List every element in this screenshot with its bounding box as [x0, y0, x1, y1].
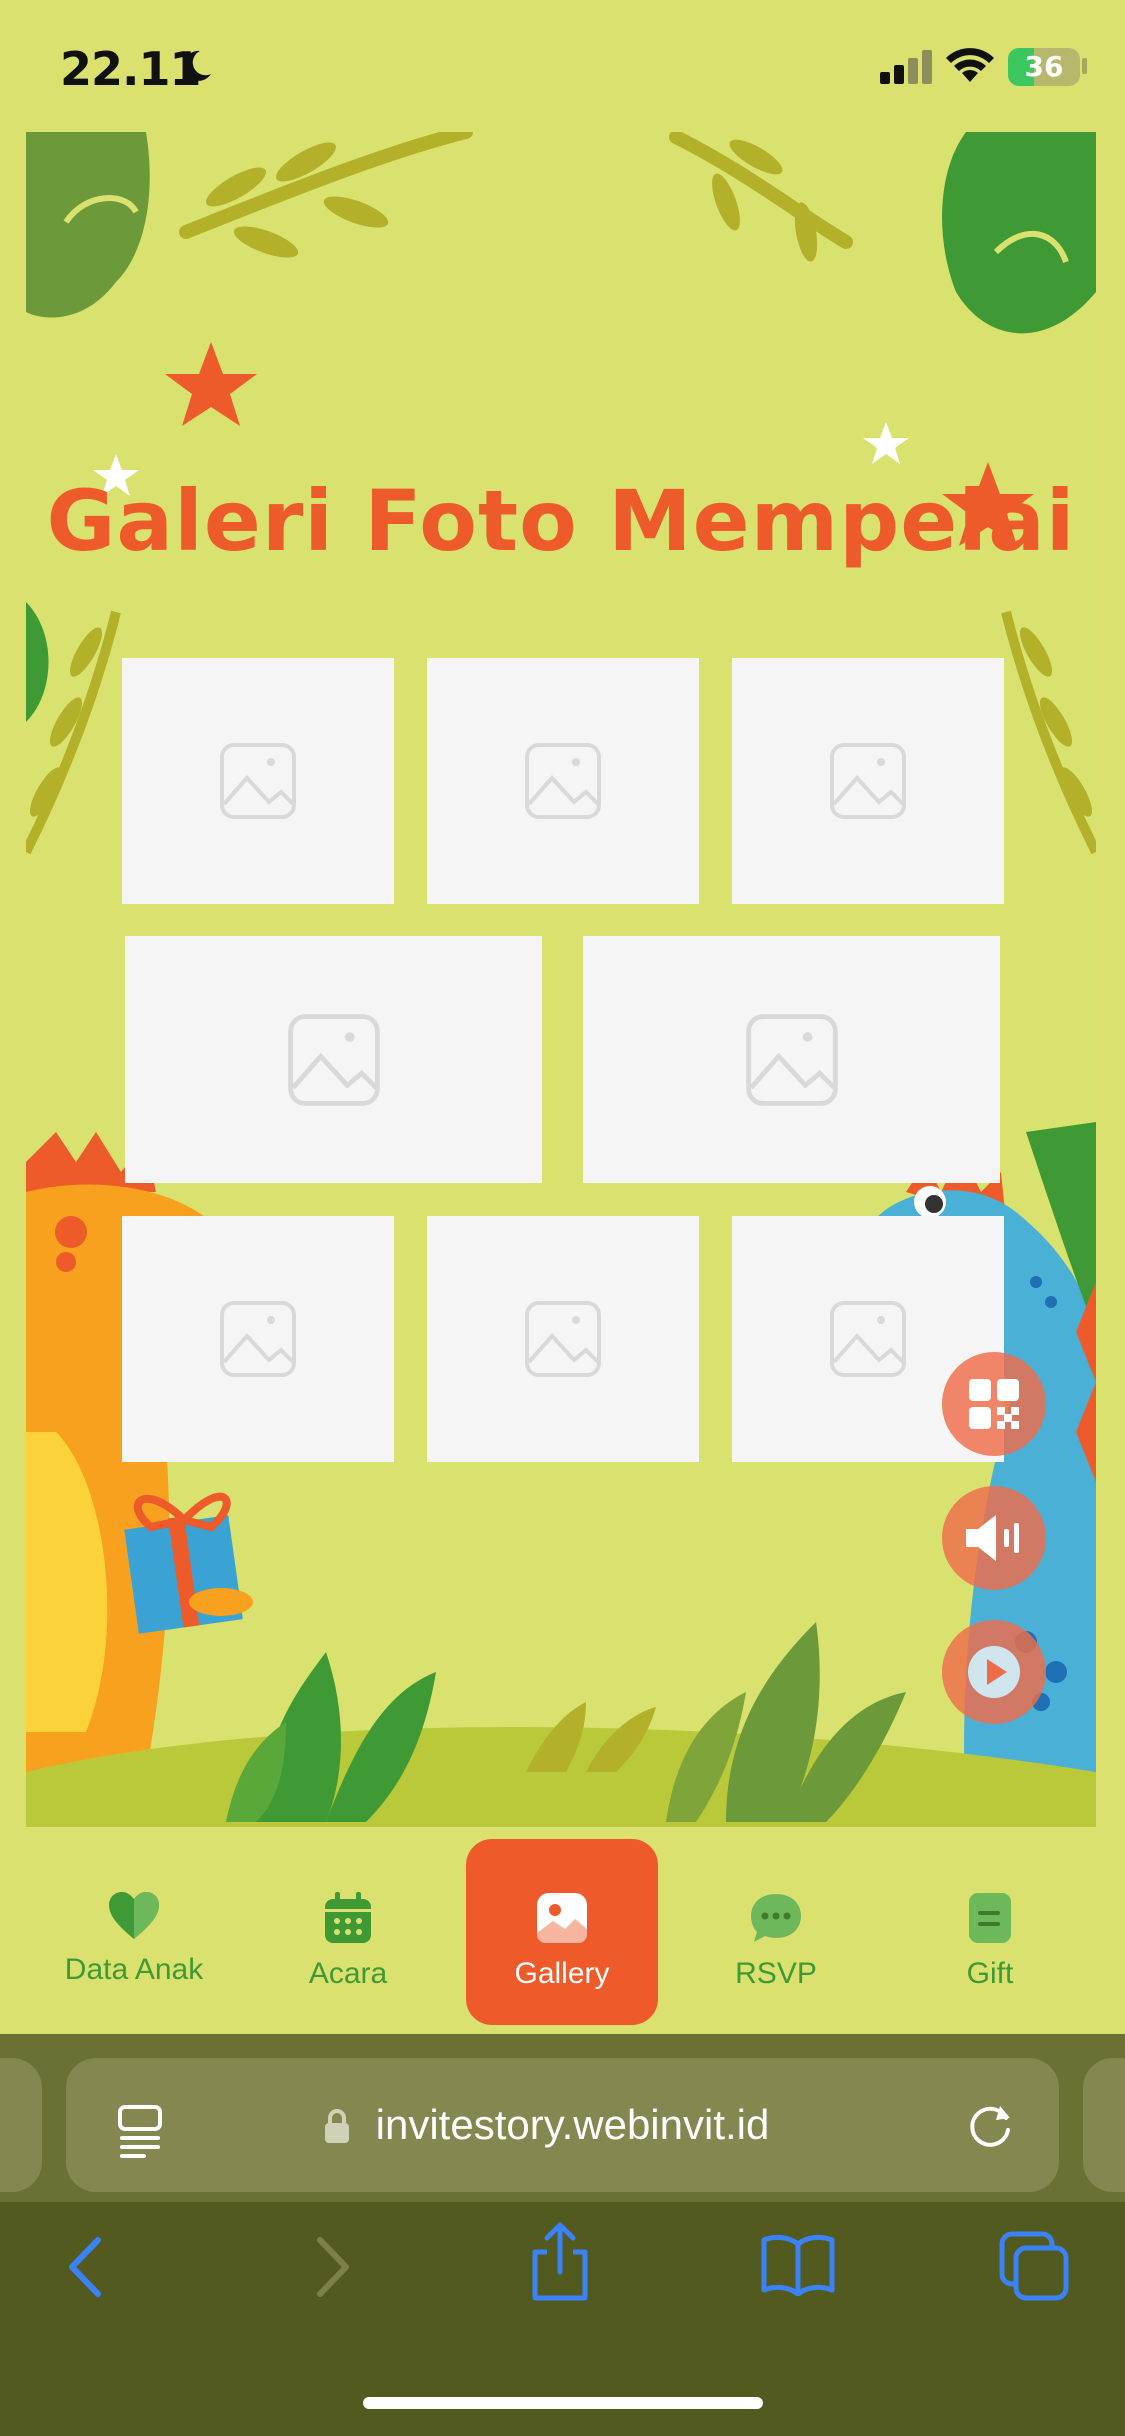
image-placeholder-icon	[830, 1301, 906, 1377]
reload-icon[interactable]	[966, 2100, 1016, 2150]
nav-item-gallery[interactable]: Gallery	[466, 1839, 658, 2025]
nav-label: Data Anak	[64, 1953, 204, 1986]
image-placeholder-icon	[287, 1013, 380, 1106]
gallery-photo[interactable]	[427, 658, 699, 904]
forward-icon[interactable]	[306, 2234, 356, 2300]
cellular-signal-icon	[880, 50, 932, 84]
image-icon	[537, 1893, 587, 1943]
gallery-photo[interactable]	[122, 1216, 394, 1462]
moon-icon	[183, 50, 211, 81]
image-placeholder-icon	[525, 743, 601, 819]
image-placeholder-icon	[745, 1013, 838, 1106]
browser-toolbar: invitestory.webinvit.id	[0, 2034, 1125, 2436]
address-bar-area: invitestory.webinvit.id	[0, 2034, 1125, 2202]
nav-label: Gallery	[514, 1957, 610, 1990]
nav-label: RSVP	[735, 1957, 817, 1990]
qr-code-icon	[969, 1379, 1019, 1429]
gallery-photo[interactable]	[732, 658, 1004, 904]
sound-button[interactable]	[942, 1486, 1046, 1590]
chat-icon	[751, 1894, 801, 1942]
calendar-icon	[325, 1892, 371, 1943]
home-indicator	[363, 2397, 763, 2409]
nav-item-acara[interactable]: Acara	[252, 1839, 444, 2025]
back-icon[interactable]	[62, 2234, 112, 2300]
bottom-navigation: Data Anak Acara Gallery RSVP Gift	[0, 1827, 1125, 2034]
note-icon	[969, 1893, 1011, 1943]
speaker-icon	[966, 1515, 1019, 1561]
page-title: Galeri Foto Mempelai	[46, 472, 1076, 570]
nav-label: Acara	[308, 1957, 388, 1990]
gallery-photo[interactable]	[125, 936, 542, 1183]
share-icon[interactable]	[527, 2222, 593, 2302]
status-bar: 22.11 36	[0, 0, 1125, 132]
next-tab-pill[interactable]	[1083, 2058, 1125, 2192]
battery-cap	[1082, 58, 1087, 74]
gallery-photo[interactable]	[427, 1216, 699, 1462]
battery-indicator: 36	[1008, 48, 1080, 86]
gallery-photo[interactable]	[122, 658, 394, 904]
address-bar[interactable]: invitestory.webinvit.id	[66, 2058, 1059, 2192]
battery-percent: 36	[1024, 50, 1064, 83]
nav-item-data-anak[interactable]: Data Anak	[38, 1839, 230, 2025]
autoplay-button[interactable]	[942, 1620, 1046, 1724]
wifi-icon	[946, 48, 994, 82]
play-icon	[968, 1646, 1020, 1698]
qr-code-button[interactable]	[942, 1352, 1046, 1456]
image-placeholder-icon	[525, 1301, 601, 1377]
bookmarks-icon[interactable]	[760, 2232, 836, 2296]
nav-item-gift[interactable]: Gift	[894, 1839, 1086, 2025]
previous-tab-pill[interactable]	[0, 2058, 42, 2192]
tabs-icon[interactable]	[998, 2230, 1070, 2302]
image-placeholder-icon	[220, 1301, 296, 1377]
gallery-photo[interactable]	[583, 936, 1000, 1183]
heart-icon	[109, 1892, 159, 1939]
image-placeholder-icon	[830, 743, 906, 819]
image-placeholder-icon	[220, 743, 296, 819]
url-text: invitestory.webinvit.id	[375, 2101, 770, 2148]
nav-label: Gift	[966, 1957, 1014, 1990]
gallery-section: Galeri Foto Mempelai	[26, 132, 1096, 1827]
nav-item-rsvp[interactable]: RSVP	[680, 1839, 872, 2025]
